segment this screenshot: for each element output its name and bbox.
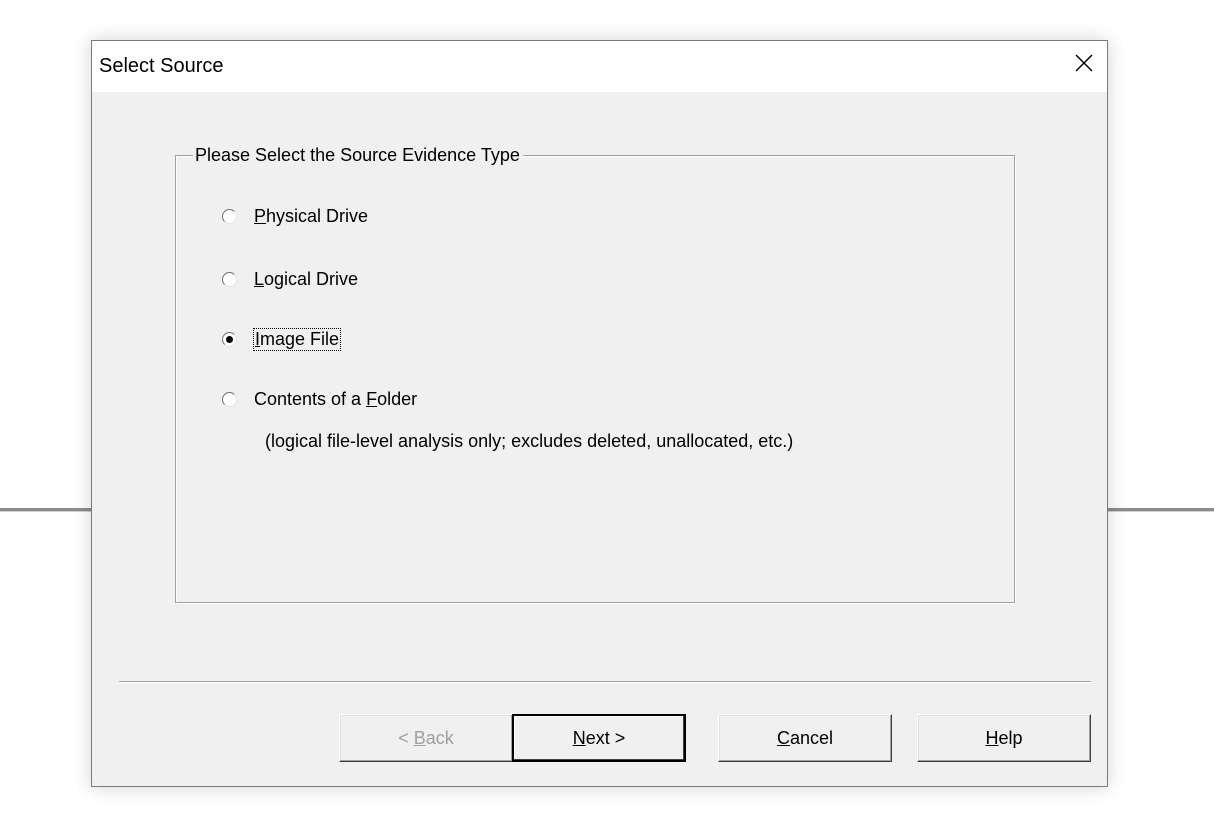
cancel-button[interactable]: Cancel bbox=[718, 714, 892, 762]
next-button[interactable]: Next > bbox=[512, 714, 686, 762]
help-button-label: Help bbox=[985, 727, 1023, 748]
option-image-file[interactable]: Image File bbox=[222, 328, 342, 351]
next-button-label: Next > bbox=[572, 727, 626, 748]
radio-logical-drive[interactable] bbox=[222, 272, 237, 287]
close-icon bbox=[1075, 54, 1093, 72]
option-physical-drive[interactable]: Physical Drive bbox=[222, 206, 368, 227]
option-logical-drive-label: Logical Drive bbox=[254, 269, 359, 289]
radio-image-file[interactable] bbox=[222, 332, 237, 347]
help-button[interactable]: Help bbox=[917, 714, 1091, 762]
back-button[interactable]: < Back bbox=[339, 714, 513, 762]
dialog-title: Select Source bbox=[99, 55, 224, 77]
groupbox-legend: Please Select the Source Evidence Type bbox=[193, 145, 523, 166]
title-bar: Select Source bbox=[92, 41, 1107, 92]
radio-physical-drive[interactable] bbox=[222, 209, 237, 224]
radio-contents-of-folder[interactable] bbox=[222, 392, 237, 407]
folder-option-note: (logical file-level analysis only; exclu… bbox=[265, 431, 794, 451]
option-logical-drive[interactable]: Logical Drive bbox=[222, 269, 358, 290]
option-contents-of-folder-label: Contents of a Folder bbox=[254, 389, 418, 409]
option-image-file-label: Image File bbox=[252, 328, 342, 351]
back-button-label: < Back bbox=[398, 727, 454, 748]
cancel-button-label: Cancel bbox=[776, 727, 834, 748]
select-source-dialog: Select Source Please Select the Source E… bbox=[91, 40, 1108, 787]
option-physical-drive-label: Physical Drive bbox=[254, 206, 369, 226]
option-contents-of-folder[interactable]: Contents of a Folder bbox=[222, 389, 417, 410]
footer-separator bbox=[119, 681, 1091, 683]
background-divider-left bbox=[0, 508, 96, 512]
close-button[interactable] bbox=[1061, 41, 1107, 85]
